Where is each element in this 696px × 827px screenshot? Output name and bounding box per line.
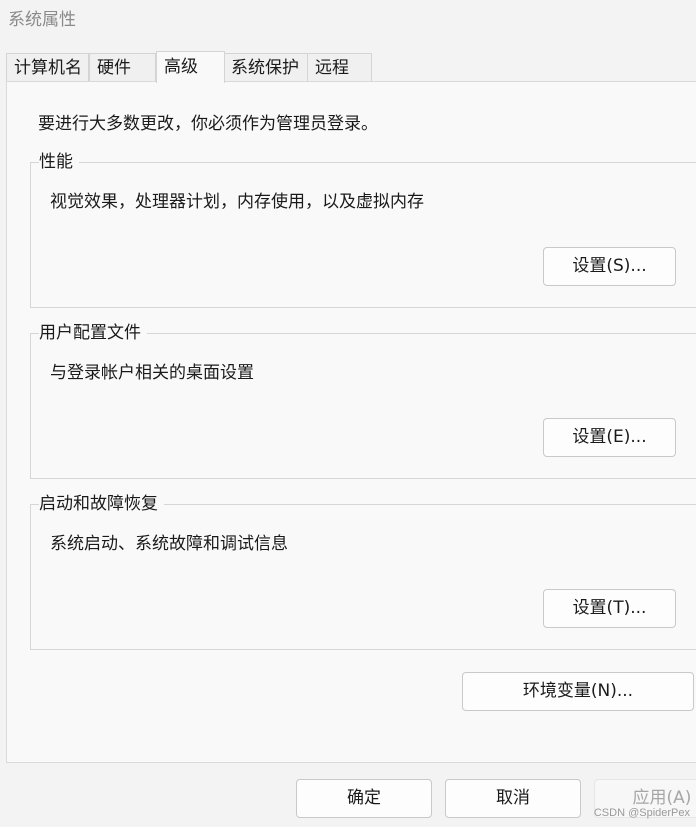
- startup-recovery-group-title: 启动和故障恢复: [39, 493, 164, 515]
- performance-description: 视觉效果，处理器计划，内存使用，以及虚拟内存: [50, 192, 424, 212]
- system-properties-window: 系统属性 计算机名 硬件 高级 系统保护 远程 要进行大多数更改，你必须作为管理…: [0, 0, 696, 827]
- user-profiles-description: 与登录帐户相关的桌面设置: [50, 363, 254, 383]
- tab-bar: 计算机名 硬件 高级 系统保护 远程: [6, 51, 696, 83]
- performance-settings-button[interactable]: 设置(S)...: [543, 247, 676, 286]
- user-profiles-group-title: 用户配置文件: [39, 322, 147, 344]
- window-title: 系统属性: [8, 10, 76, 30]
- performance-group: 性能 视觉效果，处理器计划，内存使用，以及虚拟内存 设置(S)...: [30, 151, 696, 308]
- tab-system-protection[interactable]: 系统保护: [223, 53, 308, 82]
- tab-remote[interactable]: 远程: [307, 53, 372, 82]
- user-profiles-group: 用户配置文件 与登录帐户相关的桌面设置 设置(E)...: [30, 322, 696, 479]
- startup-recovery-description: 系统启动、系统故障和调试信息: [50, 534, 288, 554]
- cancel-button[interactable]: 取消: [445, 779, 581, 818]
- tab-computer-name[interactable]: 计算机名: [6, 53, 89, 82]
- admin-note: 要进行大多数更改，你必须作为管理员登录。: [38, 114, 378, 134]
- user-profiles-settings-button[interactable]: 设置(E)...: [543, 418, 676, 457]
- advanced-tab-panel: 要进行大多数更改，你必须作为管理员登录。 性能 视觉效果，处理器计划，内存使用，…: [6, 81, 696, 763]
- performance-group-title: 性能: [39, 151, 79, 173]
- ok-button[interactable]: 确定: [296, 779, 432, 818]
- tab-advanced[interactable]: 高级: [156, 51, 225, 83]
- startup-recovery-settings-button[interactable]: 设置(T)...: [543, 589, 676, 628]
- startup-recovery-group: 启动和故障恢复 系统启动、系统故障和调试信息 设置(T)...: [30, 493, 696, 650]
- environment-variables-button[interactable]: 环境变量(N)...: [462, 672, 694, 711]
- watermark: CSDN @SpiderPex: [593, 807, 690, 819]
- tab-hardware[interactable]: 硬件: [89, 53, 156, 82]
